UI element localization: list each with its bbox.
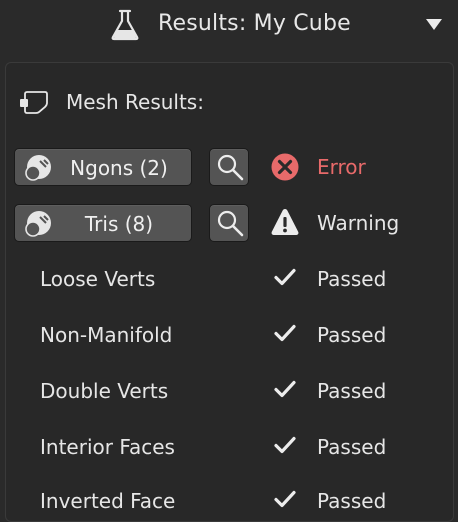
loose-verts-status: Passed (317, 267, 387, 291)
double-verts-status: Passed (317, 379, 387, 403)
magnifier-icon (217, 210, 244, 237)
section-label: Mesh Results: (66, 90, 204, 114)
check-label-double-verts: Double Verts (40, 379, 169, 403)
tris-status: Warning (317, 211, 400, 235)
select-ngons-button[interactable]: Ngons (2) (14, 148, 192, 186)
error-x-icon (271, 153, 299, 181)
check-label-inverted-face: Inverted Face (40, 489, 176, 513)
tris-button-label: Tris (8) (84, 212, 154, 236)
checkmark-icon (274, 324, 296, 342)
magnifier-icon (217, 154, 244, 181)
header-title: Results: My Cube (158, 11, 351, 36)
check-label-interior-faces: Interior Faces (40, 435, 175, 459)
ngons-button-label: Ngons (2) (70, 156, 168, 180)
results-header[interactable]: Results: My Cube (0, 0, 458, 52)
select-tris-button[interactable]: Tris (8) (14, 204, 192, 242)
warning-triangle-icon (271, 209, 299, 235)
non-manifold-status: Passed (317, 323, 387, 347)
zoom-tris-button[interactable] (209, 204, 249, 242)
checkmark-icon (274, 436, 296, 454)
check-label-non-manifold: Non-Manifold (40, 323, 173, 347)
inverted-face-status: Passed (317, 489, 387, 513)
checkmark-icon (274, 380, 296, 398)
triangle-down-icon[interactable] (424, 16, 444, 32)
zoom-ngons-button[interactable] (209, 148, 249, 186)
check-label-loose-verts: Loose Verts (40, 267, 156, 291)
checkmark-icon (274, 490, 296, 508)
mesh-object-icon (20, 91, 48, 114)
flask-icon (111, 9, 139, 41)
checkmark-icon (274, 268, 296, 286)
interior-faces-status: Passed (317, 435, 387, 459)
ngons-status: Error (317, 155, 366, 179)
